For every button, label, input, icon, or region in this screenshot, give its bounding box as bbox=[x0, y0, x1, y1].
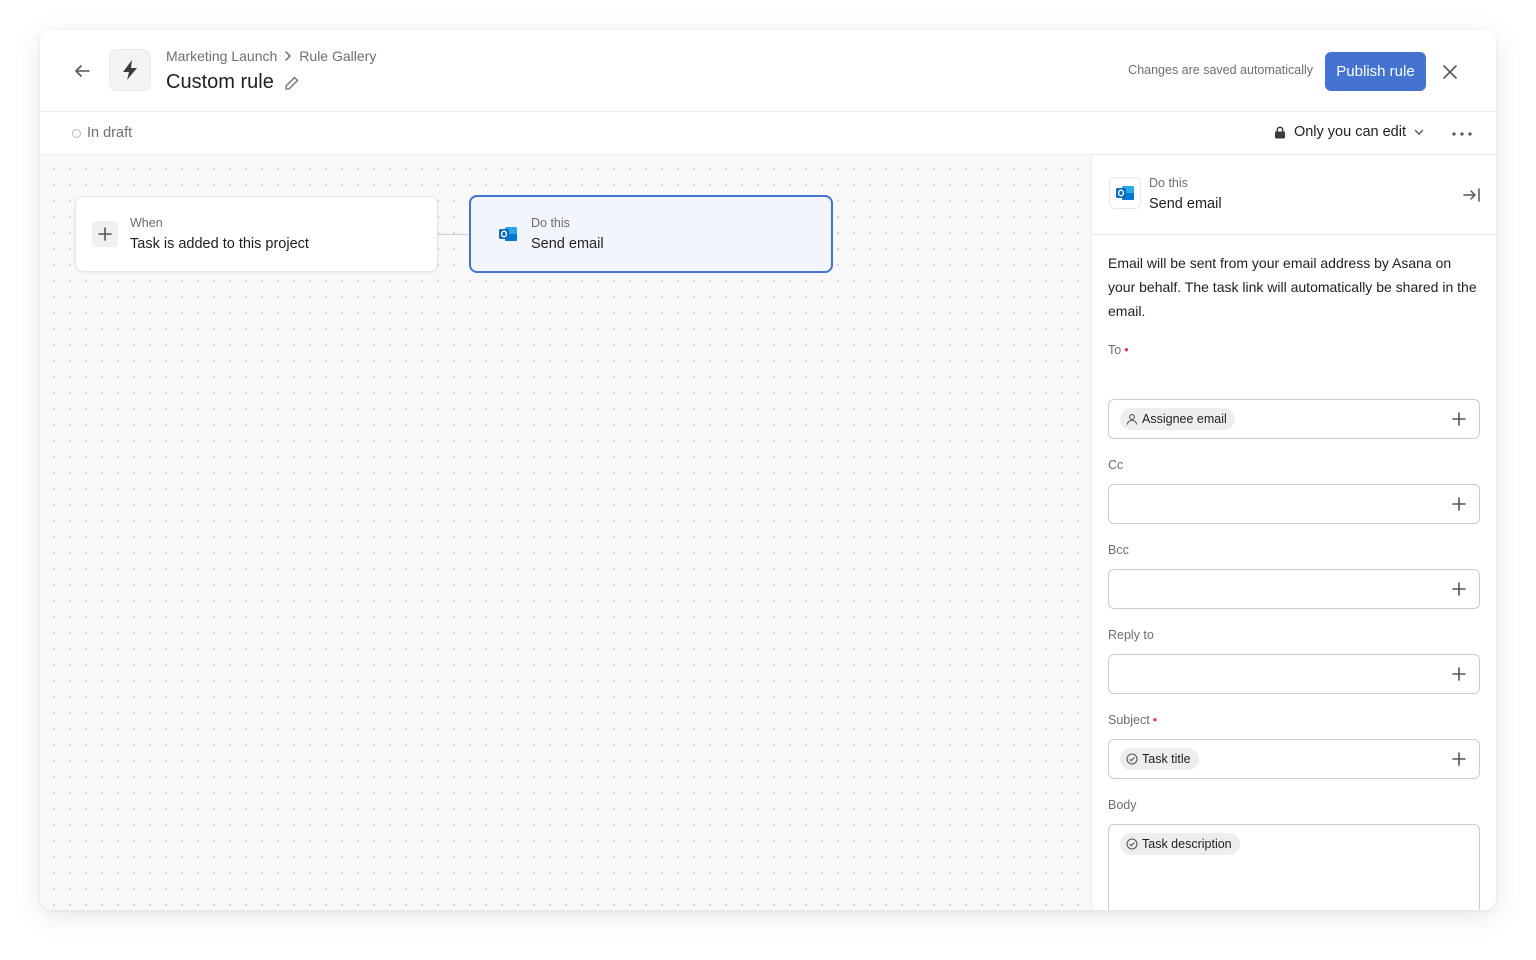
assignee-email-chip[interactable]: Assignee email bbox=[1120, 408, 1235, 430]
to-label-text: To bbox=[1108, 343, 1122, 357]
collapse-panel-icon bbox=[1463, 188, 1480, 202]
back-arrow-icon bbox=[75, 65, 90, 77]
cc-label: Cc bbox=[1108, 458, 1123, 472]
permission-dropdown[interactable]: Only you can edit bbox=[1274, 124, 1424, 140]
task-description-chip-label: Task description bbox=[1142, 837, 1232, 851]
more-icon bbox=[1452, 132, 1472, 136]
check-circle-icon bbox=[1126, 838, 1138, 850]
required-marker: • bbox=[1152, 713, 1158, 727]
task-title-chip-label: Task title bbox=[1142, 752, 1191, 766]
plus-icon bbox=[1452, 412, 1466, 426]
add-cc-button[interactable] bbox=[1451, 496, 1467, 512]
header: Marketing Launch Rule Gallery Custom rul… bbox=[40, 30, 1496, 112]
publish-rule-button[interactable]: Publish rule bbox=[1325, 52, 1426, 91]
add-reply-to-button[interactable] bbox=[1451, 666, 1467, 682]
lightning-icon bbox=[123, 60, 137, 80]
add-bcc-button[interactable] bbox=[1451, 581, 1467, 597]
rule-type-icon bbox=[109, 49, 151, 91]
add-to-button[interactable] bbox=[1451, 411, 1467, 427]
add-trigger-button[interactable] bbox=[92, 221, 118, 247]
breadcrumb-project[interactable]: Marketing Launch bbox=[166, 48, 277, 64]
reply-to-field[interactable] bbox=[1108, 654, 1480, 694]
outlook-icon bbox=[1109, 177, 1141, 209]
action-text: Do this Send email bbox=[531, 216, 604, 252]
trigger-value: Task is added to this project bbox=[130, 236, 309, 252]
outlook-icon bbox=[497, 223, 519, 245]
draft-status-label: In draft bbox=[87, 125, 133, 141]
add-subject-button[interactable] bbox=[1451, 751, 1467, 767]
chevron-down-icon bbox=[1414, 129, 1424, 135]
close-icon bbox=[1443, 65, 1457, 79]
action-settings-panel: Do this Send email Email will be sent fr… bbox=[1091, 155, 1496, 910]
body-label: Body bbox=[1108, 798, 1137, 812]
required-marker: • bbox=[1124, 343, 1129, 357]
plus-icon bbox=[1452, 497, 1466, 511]
status-dot-icon bbox=[72, 128, 81, 138]
breadcrumb: Marketing Launch Rule Gallery bbox=[166, 48, 376, 64]
to-field[interactable]: Assignee email bbox=[1108, 399, 1480, 439]
panel-header-value: Send email bbox=[1149, 196, 1222, 212]
reply-to-label-text: Reply to bbox=[1108, 628, 1154, 642]
collapse-panel-button[interactable] bbox=[1461, 184, 1483, 206]
rule-editor-window: Marketing Launch Rule Gallery Custom rul… bbox=[40, 30, 1496, 910]
task-title-chip[interactable]: Task title bbox=[1120, 748, 1199, 770]
subject-label-text: Subject bbox=[1108, 713, 1150, 727]
bcc-label-text: Bcc bbox=[1108, 543, 1129, 557]
close-button[interactable] bbox=[1438, 60, 1462, 84]
assignee-email-chip-label: Assignee email bbox=[1142, 412, 1227, 426]
plus-icon bbox=[1452, 582, 1466, 596]
action-label: Do this bbox=[531, 216, 570, 230]
reply-to-label: Reply to bbox=[1108, 628, 1154, 642]
check-circle-icon bbox=[1126, 753, 1138, 765]
trigger-label: When bbox=[130, 216, 163, 230]
draft-status: In draft bbox=[72, 125, 132, 141]
page-title[interactable]: Custom rule bbox=[166, 71, 274, 94]
node-connector bbox=[438, 234, 469, 235]
to-label: To • bbox=[1108, 343, 1129, 357]
lock-icon bbox=[1274, 126, 1285, 138]
action-value: Send email bbox=[531, 236, 604, 252]
body-field[interactable]: Task description bbox=[1108, 824, 1480, 910]
plus-icon bbox=[1452, 667, 1466, 681]
panel-header-label: Do this bbox=[1149, 176, 1188, 190]
pencil-icon[interactable] bbox=[284, 75, 300, 91]
subject-field[interactable]: Task title bbox=[1108, 739, 1480, 779]
trigger-node[interactable]: When Task is added to this project bbox=[75, 196, 438, 272]
cc-label-text: Cc bbox=[1108, 458, 1124, 472]
panel-header: Do this Send email bbox=[1092, 155, 1496, 235]
body-label-text: Body bbox=[1108, 798, 1137, 812]
cc-field[interactable] bbox=[1108, 484, 1480, 524]
more-options-button[interactable] bbox=[1450, 124, 1474, 144]
panel-description: Email will be sent from your email addre… bbox=[1108, 255, 1477, 319]
title-row: Custom rule bbox=[166, 71, 300, 94]
task-description-chip[interactable]: Task description bbox=[1120, 833, 1240, 855]
rule-canvas[interactable]: When Task is added to this project Do th… bbox=[40, 155, 1091, 910]
chevron-right-icon bbox=[283, 51, 293, 61]
trigger-text: When Task is added to this project bbox=[130, 216, 309, 252]
plus-icon bbox=[98, 227, 112, 241]
bcc-label: Bcc bbox=[1108, 543, 1129, 557]
plus-icon bbox=[1452, 752, 1466, 766]
person-icon bbox=[1126, 414, 1138, 425]
bcc-field[interactable] bbox=[1108, 569, 1480, 609]
autosave-status: Changes are saved automatically bbox=[1128, 63, 1313, 77]
status-bar: In draft Only you can edit bbox=[40, 112, 1496, 155]
subject-label: Subject • bbox=[1108, 713, 1157, 727]
breadcrumb-rule-gallery[interactable]: Rule Gallery bbox=[299, 48, 376, 64]
back-button[interactable] bbox=[70, 59, 94, 83]
permission-label: Only you can edit bbox=[1293, 124, 1406, 140]
action-node[interactable]: Do this Send email bbox=[469, 195, 833, 273]
